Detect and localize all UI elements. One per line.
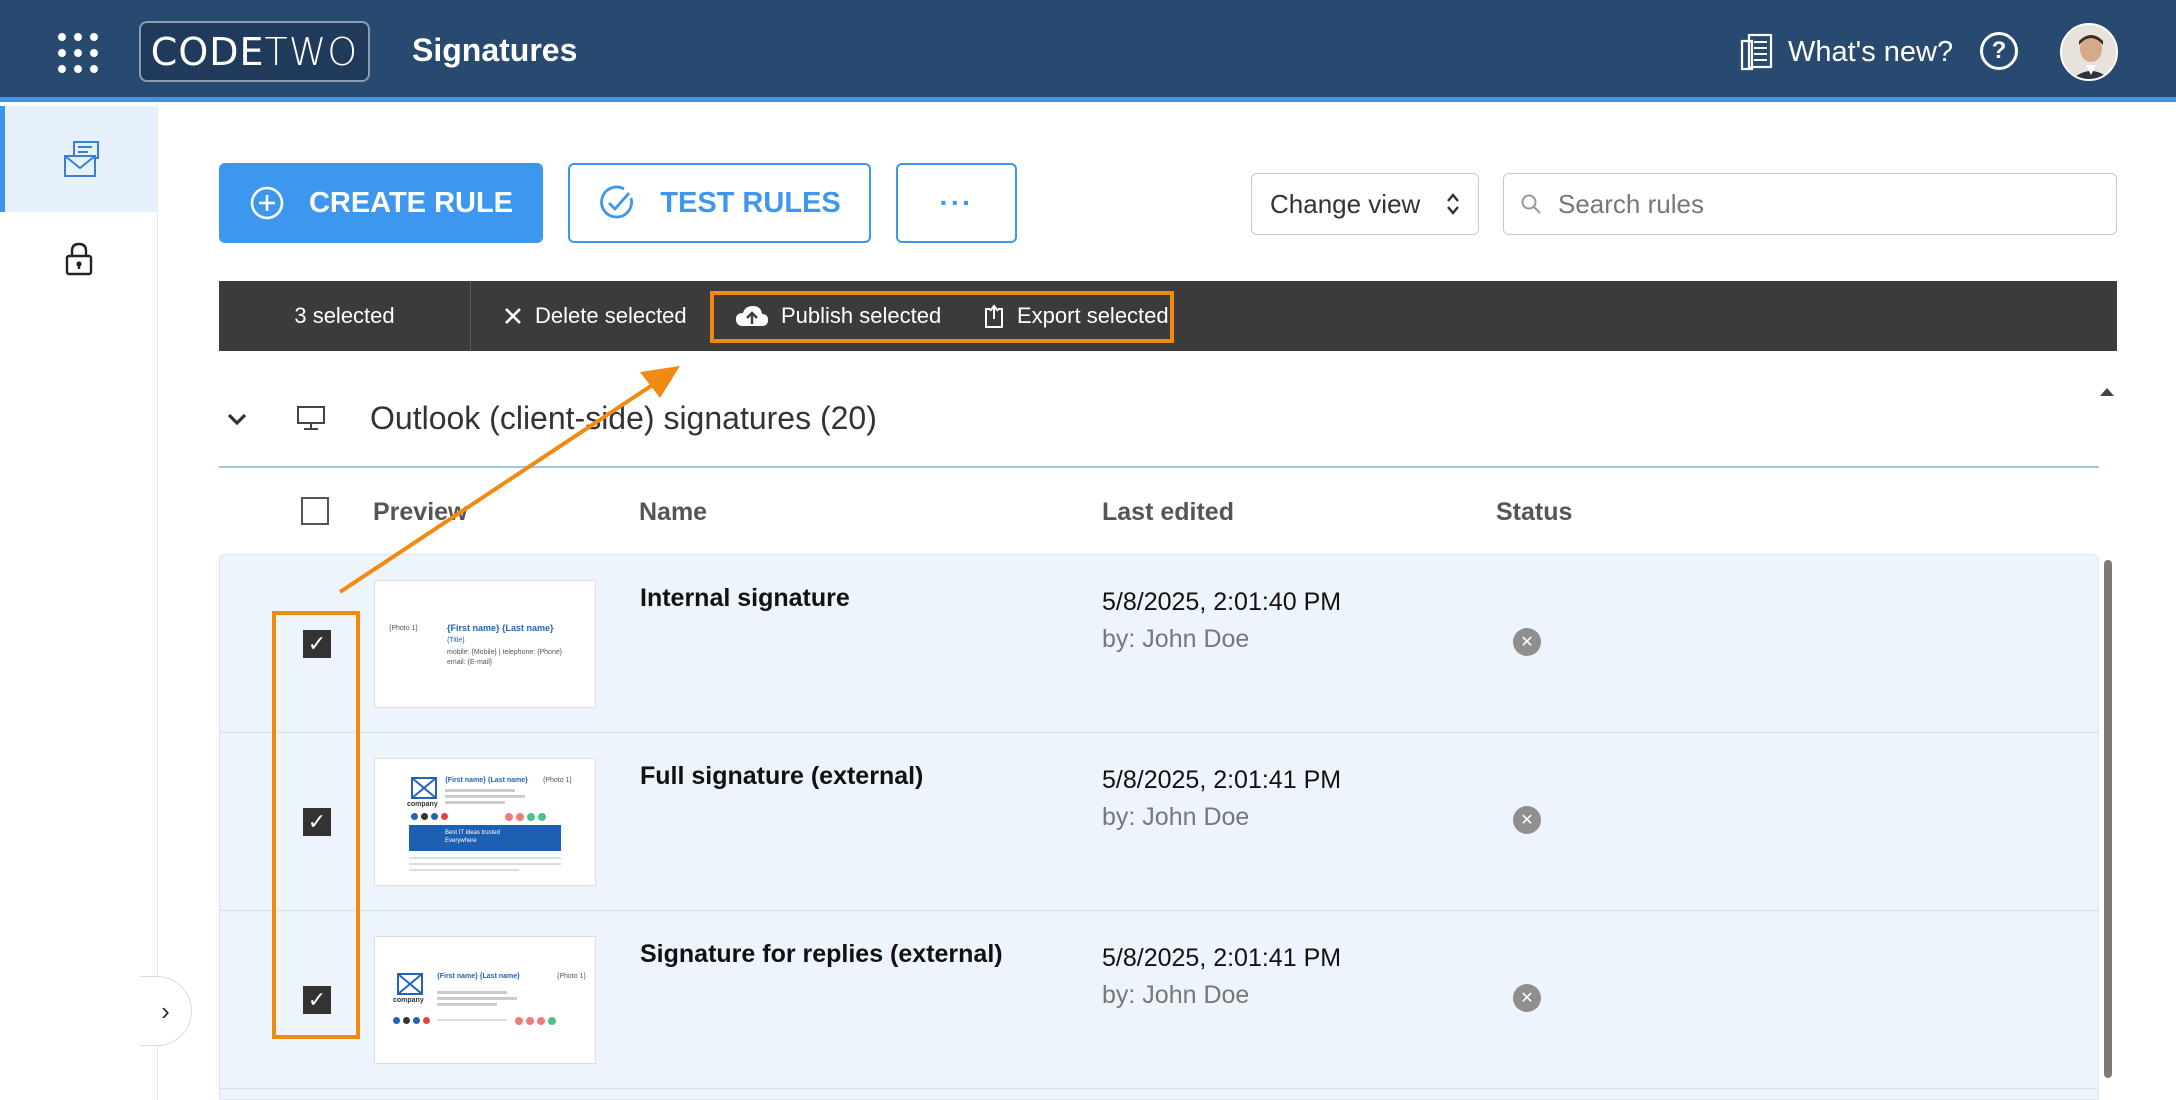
last-edited-by: by: John Doe bbox=[1102, 625, 1250, 653]
preview-company: company bbox=[393, 997, 424, 1004]
test-rules-button[interactable]: TEST RULES bbox=[568, 163, 871, 243]
change-view-select[interactable]: Change view bbox=[1251, 173, 1479, 235]
sidebar-item-security[interactable] bbox=[0, 206, 158, 312]
table-row[interactable]: ✓ {Photo 1} {First name} {Last name} {Ti… bbox=[220, 555, 2098, 733]
rule-name[interactable]: Signature for replies (external) bbox=[640, 940, 1003, 969]
app-title: Signatures bbox=[412, 32, 578, 68]
logo-text-code: CODE bbox=[150, 29, 265, 74]
preview-name: {First name} {Last name} bbox=[447, 623, 554, 633]
codetwo-logo[interactable]: CODE TWO bbox=[139, 21, 370, 82]
signature-preview[interactable]: company {First name} {Last name} {Photo … bbox=[374, 936, 596, 1064]
help-icon[interactable]: ? bbox=[1980, 32, 2018, 70]
export-selected-button[interactable]: Export selected bbox=[983, 281, 1169, 351]
last-edited: 5/8/2025, 2:01:41 PM by: John Doe bbox=[1102, 762, 1341, 836]
table-row[interactable]: ✓ company {First name} {Last name} {Phot… bbox=[220, 911, 2098, 1089]
whats-new-label: What's new? bbox=[1788, 35, 1954, 68]
email-signature-icon bbox=[63, 141, 99, 177]
up-down-chevron-icon bbox=[1447, 193, 1459, 215]
column-header-status[interactable]: Status bbox=[1496, 498, 1572, 527]
check-circle-icon bbox=[600, 185, 634, 219]
preview-name: {First name} {Last name} bbox=[437, 973, 520, 980]
last-edited: 5/8/2025, 2:01:41 PM by: John Doe bbox=[1102, 940, 1341, 1014]
last-edited: 5/8/2025, 2:01:40 PM by: John Doe bbox=[1102, 584, 1341, 658]
app-launcher-icon[interactable] bbox=[58, 33, 98, 73]
desktop-monitor-icon bbox=[296, 405, 326, 436]
vertical-scrollbar[interactable] bbox=[2104, 560, 2112, 1078]
table-row[interactable]: ✓ company {First name} {Last name} {Phot… bbox=[220, 733, 2098, 911]
search-box[interactable] bbox=[1503, 173, 2117, 235]
select-all-checkbox[interactable] bbox=[301, 497, 329, 525]
preview-photo: {Photo 1} bbox=[543, 777, 572, 784]
preview-photo: {Photo 1} bbox=[557, 973, 586, 980]
create-rule-button[interactable]: CREATE RULE bbox=[219, 163, 543, 243]
column-header-name[interactable]: Name bbox=[639, 498, 707, 527]
whats-new-button[interactable]: What's new? bbox=[1740, 30, 1953, 74]
expand-sidebar-button[interactable]: › bbox=[140, 976, 192, 1046]
avatar-image bbox=[2062, 25, 2116, 79]
last-edited-by: by: John Doe bbox=[1102, 803, 1250, 831]
export-selected-label: Export selected bbox=[1017, 303, 1169, 328]
rule-name[interactable]: Internal signature bbox=[640, 584, 850, 613]
company-logo-icon bbox=[397, 973, 423, 995]
sidebar-item-signatures[interactable] bbox=[0, 106, 158, 212]
column-header-last-edited[interactable]: Last edited bbox=[1102, 498, 1234, 527]
top-bar: CODE TWO Signatures What's new? ? bbox=[0, 0, 2176, 102]
create-rule-label: CREATE RULE bbox=[308, 186, 514, 219]
lock-icon bbox=[65, 242, 93, 276]
scroll-up-icon[interactable] bbox=[2100, 388, 2114, 396]
search-input[interactable] bbox=[1558, 188, 2078, 220]
last-edited-date: 5/8/2025, 2:01:41 PM bbox=[1102, 944, 1342, 972]
search-icon bbox=[1521, 194, 1541, 214]
last-edited-date: 5/8/2025, 2:01:41 PM bbox=[1102, 766, 1342, 794]
signature-preview[interactable]: company {First name} {Last name} {Photo … bbox=[374, 758, 596, 886]
change-view-label: Change view bbox=[1270, 188, 1421, 219]
export-icon bbox=[985, 304, 1003, 328]
collapse-group-chevron-icon[interactable] bbox=[226, 404, 248, 435]
status-inactive-icon: ✕ bbox=[1513, 628, 1541, 656]
last-edited-date: 5/8/2025, 2:01:40 PM bbox=[1102, 588, 1342, 616]
column-header-preview[interactable]: Preview bbox=[373, 498, 468, 527]
selection-action-bar: 3 selected Delete selected Publish selec… bbox=[219, 281, 2117, 351]
test-rules-label: TEST RULES bbox=[660, 186, 841, 219]
delete-selected-label: Delete selected bbox=[535, 303, 687, 328]
preview-banner: Best IT ideas trusted Everywhere bbox=[409, 825, 561, 851]
news-icon bbox=[1740, 33, 1773, 71]
preview-phone: mobile: {Mobile} | telephone: {Phone} bbox=[447, 649, 563, 656]
company-logo-icon bbox=[411, 777, 437, 799]
close-icon bbox=[505, 308, 521, 324]
delete-selected-button[interactable]: Delete selected bbox=[503, 281, 687, 351]
logo-text-two: TWO bbox=[264, 29, 359, 74]
preview-photo: {Photo 1} bbox=[389, 625, 418, 632]
preview-banner-text: Best IT ideas trusted Everywhere bbox=[445, 830, 500, 844]
status-inactive-icon: ✕ bbox=[1513, 806, 1541, 834]
group-title: Outlook (client-side) signatures (20) bbox=[370, 400, 877, 436]
rule-name[interactable]: Full signature (external) bbox=[640, 762, 923, 791]
sidebar bbox=[0, 102, 158, 1100]
rules-table: ✓ {Photo 1} {First name} {Last name} {Ti… bbox=[219, 554, 2099, 1100]
group-divider bbox=[219, 466, 2099, 468]
signature-preview[interactable]: {Photo 1} {First name} {Last name} {Titl… bbox=[374, 580, 596, 708]
preview-title: {Title} bbox=[447, 637, 465, 644]
status-inactive-icon: ✕ bbox=[1513, 984, 1541, 1012]
chevron-right-icon: › bbox=[161, 995, 170, 1026]
selected-count: 3 selected bbox=[219, 281, 471, 351]
checkbox-annotation-box bbox=[272, 611, 360, 1039]
last-edited-by: by: John Doe bbox=[1102, 981, 1250, 1009]
preview-email: email: {E-mail} bbox=[447, 659, 493, 666]
more-options-button[interactable]: ··· bbox=[896, 163, 1017, 243]
avatar[interactable] bbox=[2060, 23, 2118, 81]
preview-company: company bbox=[407, 801, 438, 808]
preview-name: {First name} {Last name} bbox=[445, 777, 528, 784]
plus-circle-icon bbox=[250, 186, 284, 220]
